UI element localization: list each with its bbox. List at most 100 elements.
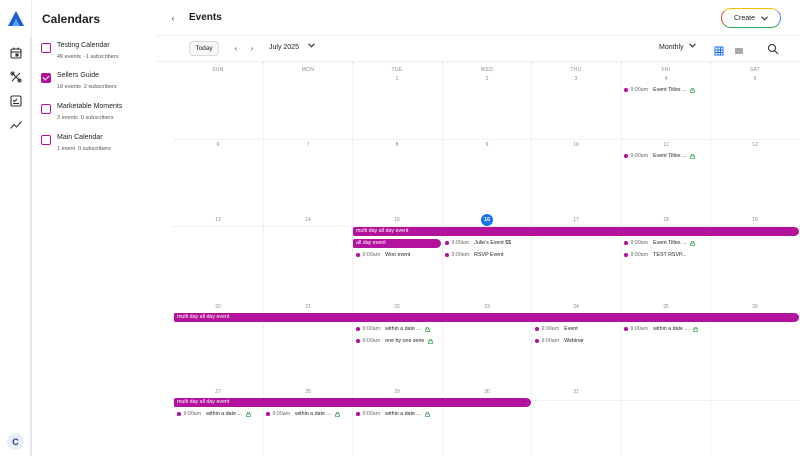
column-divider: [531, 62, 532, 456]
page-title: Events: [189, 12, 222, 23]
event-item[interactable]: 9:00am Event: [535, 325, 578, 333]
calendar-meta: 18 events 2 subscribers: [57, 84, 117, 90]
day-number[interactable]: 7: [263, 142, 353, 148]
checklist-icon[interactable]: [8, 93, 24, 109]
event-item[interactable]: 9:00am Event Titles ...: [624, 86, 696, 94]
event-time: 9:00am: [272, 411, 291, 417]
day-number[interactable]: 22: [352, 304, 442, 310]
list-view-icon[interactable]: [734, 43, 744, 54]
day-number[interactable]: 1: [352, 76, 442, 82]
event-item[interactable]: 9:00am TEST RSVP...: [624, 251, 686, 259]
day-number[interactable]: 2: [442, 76, 532, 82]
event-item[interactable]: 9:00am one by one serie: [356, 337, 434, 345]
event-dot: [445, 253, 449, 257]
event-dot: [624, 253, 628, 257]
sidebar-heading: Calendars: [42, 12, 101, 26]
calendar-item-testing[interactable]: Testing Calendar 49 events -1 subscriber…: [41, 42, 153, 66]
day-number[interactable]: 23: [442, 304, 532, 310]
day-number[interactable]: 11: [621, 142, 711, 148]
day-number[interactable]: 24: [531, 304, 621, 310]
event-item[interactable]: 9:00am within a date ...: [624, 325, 698, 333]
calendars-sidebar: Calendars Testing Calendar 49 events -1 …: [32, 0, 157, 456]
event-item[interactable]: 9:00am Julie's Event $$: [445, 239, 511, 247]
calendar-item-sellers-guide[interactable]: Sellers Guide 18 events 2 subscribers: [41, 72, 153, 96]
event-dot: [624, 154, 628, 158]
today-button[interactable]: Today: [189, 41, 219, 56]
day-number[interactable]: 28: [263, 389, 353, 395]
day-number[interactable]: 13: [173, 217, 263, 223]
day-number[interactable]: 17: [531, 217, 621, 223]
calendar-checkbox[interactable]: [41, 104, 51, 114]
day-number[interactable]: 4: [621, 76, 711, 82]
app-logo-icon[interactable]: [7, 10, 25, 28]
event-time: 9:00am: [362, 411, 381, 417]
day-number[interactable]: 27: [173, 389, 263, 395]
lock-icon: [425, 411, 430, 417]
event-dot: [624, 327, 628, 331]
event-item[interactable]: 9:00am Event Titles ...: [624, 152, 696, 160]
day-number[interactable]: 29: [352, 389, 442, 395]
calendar-checkbox[interactable]: [41, 135, 51, 145]
all-day-event-bar[interactable]: all day event: [353, 239, 441, 248]
event-item[interactable]: 9:00am within a date ...: [266, 410, 340, 418]
today-date-badge[interactable]: 16: [481, 214, 493, 226]
event-item[interactable]: 9:00am within a date ...: [177, 410, 251, 418]
calendar-item-main[interactable]: Main Calendar 1 event 0 subscribers: [41, 134, 153, 158]
day-number[interactable]: 20: [173, 304, 263, 310]
analytics-icon[interactable]: [8, 117, 24, 133]
day-number[interactable]: 5: [710, 76, 800, 82]
day-number[interactable]: 25: [621, 304, 711, 310]
day-number[interactable]: 8: [352, 142, 442, 148]
view-select[interactable]: Monthly: [659, 44, 684, 51]
event-title: within a date ...: [206, 411, 242, 417]
event-item[interactable]: 9:00am within a date ...: [356, 325, 430, 333]
avatar[interactable]: C: [7, 433, 24, 450]
month-chevron-down-icon[interactable]: [308, 43, 315, 50]
day-number[interactable]: 18: [621, 217, 711, 223]
month-label[interactable]: July 2025: [269, 44, 299, 51]
event-time: 9:00am: [451, 240, 470, 246]
event-title: Event Titles ...: [653, 240, 687, 246]
create-button[interactable]: Create: [721, 8, 781, 28]
calendar-checkbox[interactable]: [41, 43, 51, 53]
event-item[interactable]: 9:00am within a date ...: [356, 410, 430, 418]
event-item[interactable]: 9:00am Webinar: [535, 337, 584, 345]
day-number[interactable]: 14: [263, 217, 353, 223]
event-title: within a date ...: [653, 326, 689, 332]
view-chevron-down-icon[interactable]: [689, 43, 696, 50]
event-time: 9:00am: [362, 252, 381, 258]
day-number[interactable]: 21: [263, 304, 353, 310]
app-rail: C: [0, 0, 32, 456]
calendar-item-marketable-moments[interactable]: Marketable Moments 3 events 0 subscriber…: [41, 103, 153, 127]
column-divider: [263, 62, 264, 456]
grid-view-icon[interactable]: [714, 43, 724, 56]
day-number[interactable]: 31: [531, 389, 621, 395]
day-number[interactable]: 3: [531, 76, 621, 82]
day-number[interactable]: 19: [710, 217, 800, 223]
event-title: Event Titles ...: [653, 153, 687, 159]
day-number[interactable]: 26: [710, 304, 800, 310]
event-item[interactable]: 9:00am Event Titles ...: [624, 239, 696, 247]
event-item[interactable]: 9:00am Woo event: [356, 251, 410, 259]
multi-day-event-bar[interactable]: multi day all day event: [174, 313, 799, 322]
tools-icon[interactable]: [8, 69, 24, 85]
day-number[interactable]: 6: [173, 142, 263, 148]
event-item[interactable]: 9:00am RSVP Event: [445, 251, 504, 259]
multi-day-event-bar[interactable]: multi day all day event: [174, 398, 531, 407]
event-title: Event: [564, 326, 578, 332]
calendar-checkbox[interactable]: [41, 73, 51, 83]
day-number[interactable]: 9: [442, 142, 532, 148]
multi-day-event-bar[interactable]: multi day all day event: [353, 227, 799, 236]
day-number[interactable]: 30: [442, 389, 532, 395]
day-number[interactable]: 12: [710, 142, 800, 148]
event-title: within a date ...: [385, 411, 421, 417]
prev-month-icon[interactable]: ‹: [231, 42, 241, 54]
column-divider: [352, 62, 353, 456]
day-number[interactable]: 15: [352, 217, 442, 223]
next-month-icon[interactable]: ›: [247, 42, 257, 54]
event-dot: [445, 241, 449, 245]
calendar-icon[interactable]: [8, 45, 24, 61]
day-number[interactable]: 10: [531, 142, 621, 148]
search-icon[interactable]: [767, 42, 779, 55]
collapse-sidebar-icon[interactable]: ‹: [168, 12, 178, 24]
